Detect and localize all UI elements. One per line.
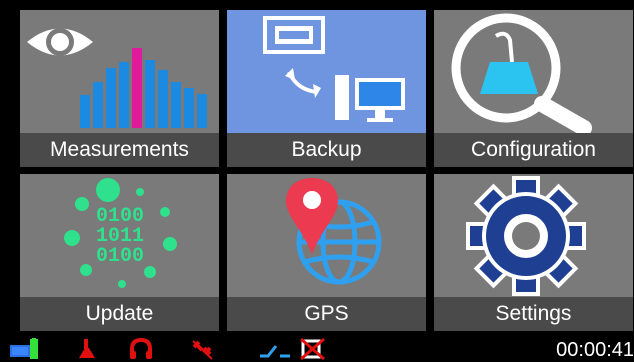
tile-measurements[interactable]: Measurements: [20, 10, 219, 167]
tile-label-measurements: Measurements: [20, 133, 219, 167]
headphones-icon: [130, 338, 152, 359]
gps-off-icon: [192, 340, 213, 360]
top-bar: [0, 0, 634, 10]
settings-icon: [466, 176, 586, 296]
tile-label-configuration: Configuration: [434, 133, 633, 167]
left-strip: [0, 10, 14, 336]
gear-icon: [466, 176, 586, 296]
battery-icon: [10, 338, 38, 359]
binary-line-3: 0100: [96, 245, 144, 268]
magnifier-icon: [451, 13, 592, 133]
tile-label-backup: Backup: [227, 133, 426, 167]
eye-icon: [27, 28, 93, 56]
tile-label-update: Update: [20, 297, 219, 331]
switch-icon: [260, 345, 290, 358]
computer-icon: [335, 75, 405, 122]
tile-configuration[interactable]: Configuration: [434, 10, 633, 167]
tile-update[interactable]: 0100 1011 0100 Update: [20, 174, 219, 331]
update-icon: 0100 1011 0100: [64, 178, 177, 288]
tile-settings[interactable]: Settings: [434, 174, 633, 331]
no-connection-icon: [300, 338, 325, 360]
tile-backup[interactable]: Backup: [227, 10, 426, 167]
storage-card-icon: [263, 16, 325, 54]
fill-level-icon: [79, 339, 95, 358]
measurements-icon: [27, 28, 207, 128]
tile-label-gps: GPS: [227, 297, 426, 331]
gps-icon: [286, 178, 382, 285]
bar-chart-icon: [80, 48, 207, 128]
tile-label-settings: Settings: [434, 297, 633, 331]
tile-gps[interactable]: GPS: [227, 174, 426, 331]
configuration-icon: [451, 13, 592, 133]
clock: 00:00:41: [556, 339, 634, 361]
status-bar: 00:00:41: [0, 336, 634, 361]
backup-icon: [263, 16, 405, 122]
